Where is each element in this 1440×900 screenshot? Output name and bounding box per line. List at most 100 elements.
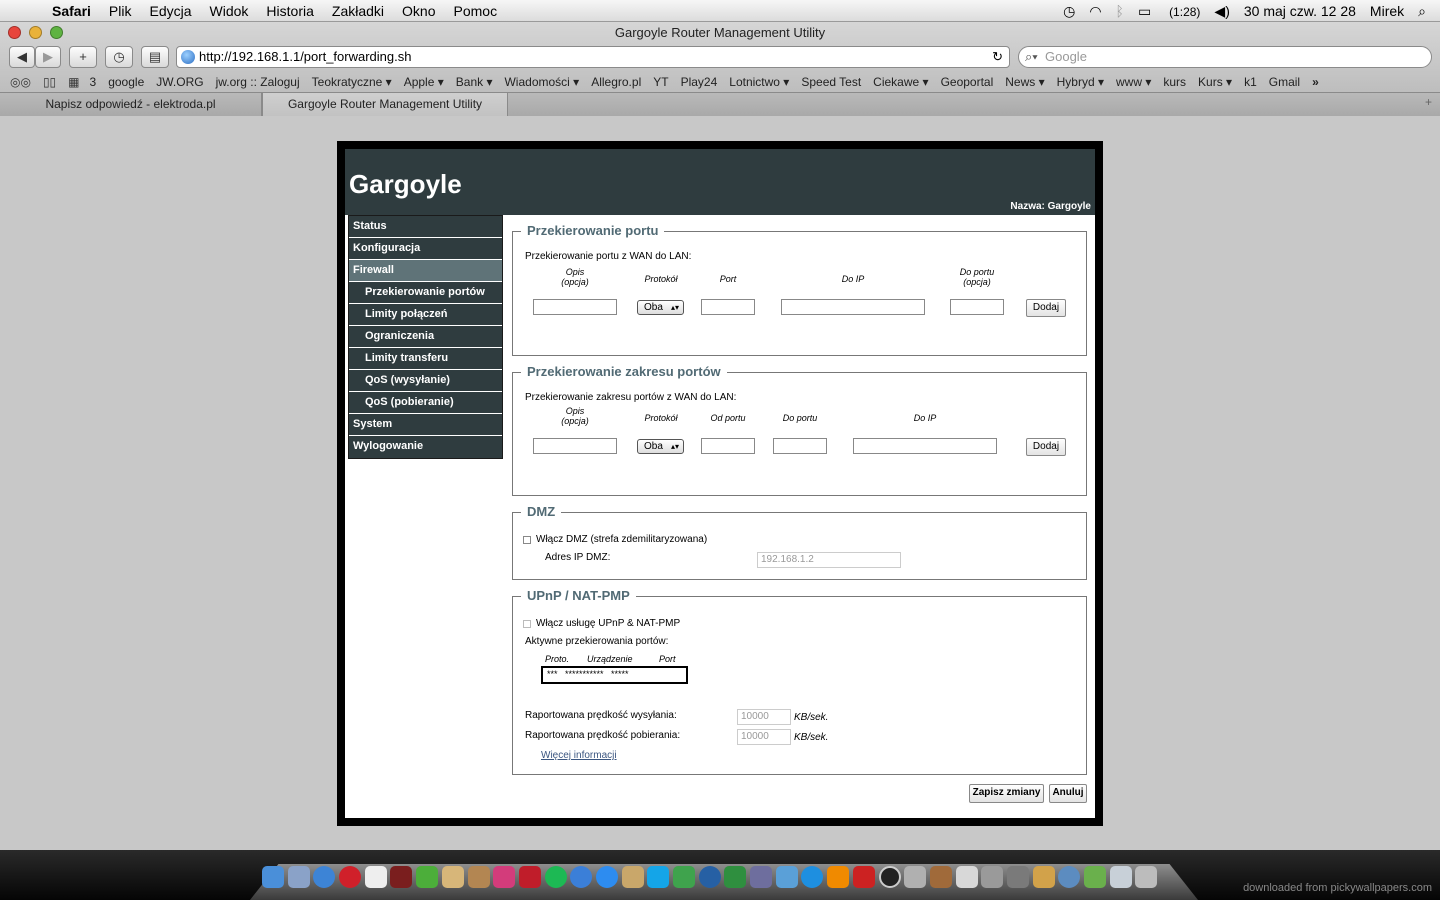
nav-qos-download[interactable]: QoS (pobieranie) (349, 392, 502, 414)
bookmark-item[interactable]: Ciekawe ▾ (873, 75, 928, 89)
bookmark-item[interactable]: Apple ▾ (404, 75, 444, 89)
app-icon[interactable] (852, 866, 875, 888)
finder-icon[interactable] (262, 866, 284, 888)
nav-limity-transferu[interactable]: Limity transferu (349, 348, 502, 370)
app-icon[interactable] (724, 866, 747, 888)
new-tab-icon[interactable]: + (1425, 95, 1432, 109)
preview-icon[interactable] (287, 866, 310, 888)
trash-icon[interactable] (1135, 866, 1158, 888)
opera-icon[interactable] (339, 866, 362, 888)
app-icon[interactable] (801, 866, 824, 888)
pf-port-input[interactable] (701, 299, 755, 315)
bookmarks-icon[interactable]: ▯▯ (43, 75, 56, 89)
app-icon[interactable] (904, 866, 927, 888)
bookmark-item[interactable]: www ▾ (1116, 75, 1151, 89)
app-icon[interactable] (673, 866, 695, 888)
more-bookmarks-icon[interactable]: » (1312, 75, 1319, 89)
vlc-icon[interactable] (827, 866, 850, 888)
pr-doip-input[interactable] (853, 438, 997, 454)
menu-pomoc[interactable]: Pomoc (454, 3, 498, 19)
forward-button[interactable]: ▶ (35, 46, 61, 68)
spotify-icon[interactable] (544, 866, 567, 888)
bookmark-item[interactable]: JW.ORG (156, 75, 203, 89)
iphoto-icon[interactable] (467, 866, 490, 888)
app-icon[interactable] (750, 866, 773, 888)
system-preferences-icon[interactable] (1006, 866, 1029, 888)
pf-add-button[interactable]: Dodaj (1026, 299, 1066, 317)
more-info-link[interactable]: Więcej informacji (541, 750, 617, 761)
app-icon[interactable] (1058, 866, 1081, 888)
bluetooth-icon[interactable]: ᛒ (1116, 3, 1124, 19)
back-button[interactable]: ◀ (9, 46, 35, 68)
nav-ograniczenia[interactable]: Ograniczenia (349, 326, 502, 348)
tab-elektroda[interactable]: Napisz odpowiedź - elektroda.pl (0, 93, 262, 116)
bookmark-item[interactable]: Kurs ▾ (1198, 75, 1232, 89)
minimize-window-icon[interactable] (29, 26, 42, 39)
safari-icon[interactable] (313, 866, 336, 888)
upnp-enable-checkbox[interactable] (523, 620, 531, 628)
bookmark-item[interactable]: Allegro.pl (591, 75, 641, 89)
reload-icon[interactable]: ↻ (992, 47, 1003, 67)
bookmark-item[interactable]: kurs (1163, 75, 1186, 89)
volume-icon[interactable]: ◀) (1214, 3, 1229, 20)
bookmark-item[interactable]: k1 (1244, 75, 1257, 89)
menu-widok[interactable]: Widok (210, 3, 249, 19)
bookmark-item[interactable]: jw.org :: Zaloguj (216, 75, 300, 89)
wifi-icon[interactable]: ◠ (1089, 3, 1101, 20)
nav-limity-polaczen[interactable]: Limity połączeń (349, 304, 502, 326)
app-icon[interactable] (929, 866, 952, 888)
menu-plik[interactable]: Plik (109, 3, 132, 19)
time-machine-icon[interactable]: ◷ (1063, 3, 1075, 20)
pf-doportu-input[interactable] (950, 299, 1004, 315)
nav-wylogowanie[interactable]: Wylogowanie (349, 436, 502, 458)
menu-edycja[interactable]: Edycja (149, 3, 191, 19)
bookmark-item[interactable]: News ▾ (1005, 75, 1044, 89)
skype-icon[interactable] (647, 866, 670, 888)
bookmark-item[interactable]: Speed Test (801, 75, 861, 89)
pr-doportu-input[interactable] (773, 438, 827, 454)
close-window-icon[interactable] (8, 26, 21, 39)
app-icon[interactable] (441, 866, 464, 888)
app-icon[interactable] (698, 866, 721, 888)
add-bookmark-button[interactable]: + (69, 46, 97, 68)
spotlight-icon[interactable]: ⌕ (1418, 3, 1426, 20)
pf-doip-input[interactable] (781, 299, 925, 315)
top-sites-icon[interactable]: ▦ (68, 75, 79, 89)
app-icon[interactable] (981, 866, 1004, 888)
dmz-ip-input[interactable]: 192.168.1.2 (757, 552, 901, 568)
nav-status[interactable]: Status (349, 216, 502, 238)
pr-add-button[interactable]: Dodaj (1026, 438, 1066, 456)
menu-app[interactable]: Safari (52, 3, 91, 19)
itunes-icon[interactable] (570, 866, 593, 888)
folder-icon[interactable] (1109, 866, 1132, 888)
bookmark-item[interactable]: Geoportal (941, 75, 994, 89)
menu-okno[interactable]: Okno (402, 3, 435, 19)
app-icon[interactable] (878, 866, 901, 888)
clock[interactable]: 30 maj czw. 12 28 (1244, 3, 1356, 19)
nav-konfiguracja[interactable]: Konfiguracja (349, 238, 502, 260)
menu-historia[interactable]: Historia (266, 3, 313, 19)
app-icon[interactable] (621, 866, 644, 888)
history-icon[interactable]: ◷ (105, 46, 133, 68)
bookmark-item[interactable]: Play24 (681, 75, 718, 89)
app-icon[interactable] (390, 866, 413, 888)
pr-odportu-input[interactable] (701, 438, 755, 454)
zoom-window-icon[interactable] (50, 26, 63, 39)
bookmark-item[interactable]: Gmail (1269, 75, 1300, 89)
app-icon[interactable] (518, 866, 541, 888)
app-icon[interactable] (1084, 866, 1106, 888)
upnp-upload-input[interactable]: 10000 (737, 709, 791, 725)
pr-opis-input[interactable] (533, 438, 617, 454)
bookmark-item[interactable]: google (108, 75, 144, 89)
tab-gargoyle[interactable]: Gargoyle Router Management Utility (262, 93, 508, 116)
nav-firewall[interactable]: Firewall (349, 260, 502, 282)
app-icon[interactable] (1032, 866, 1055, 888)
bookmark-item[interactable]: Hybryd ▾ (1057, 75, 1104, 89)
app-icon[interactable] (955, 866, 978, 888)
address-bar[interactable]: http://192.168.1.1/port_forwarding.sh ↻ (176, 46, 1010, 68)
app-icon[interactable] (493, 866, 516, 888)
save-button[interactable]: Zapisz zmiany (969, 784, 1044, 803)
nav-przekierowanie-portow[interactable]: Przekierowanie portów (349, 282, 502, 304)
user-name[interactable]: Mirek (1370, 3, 1404, 19)
dmz-enable-checkbox[interactable] (523, 536, 531, 544)
